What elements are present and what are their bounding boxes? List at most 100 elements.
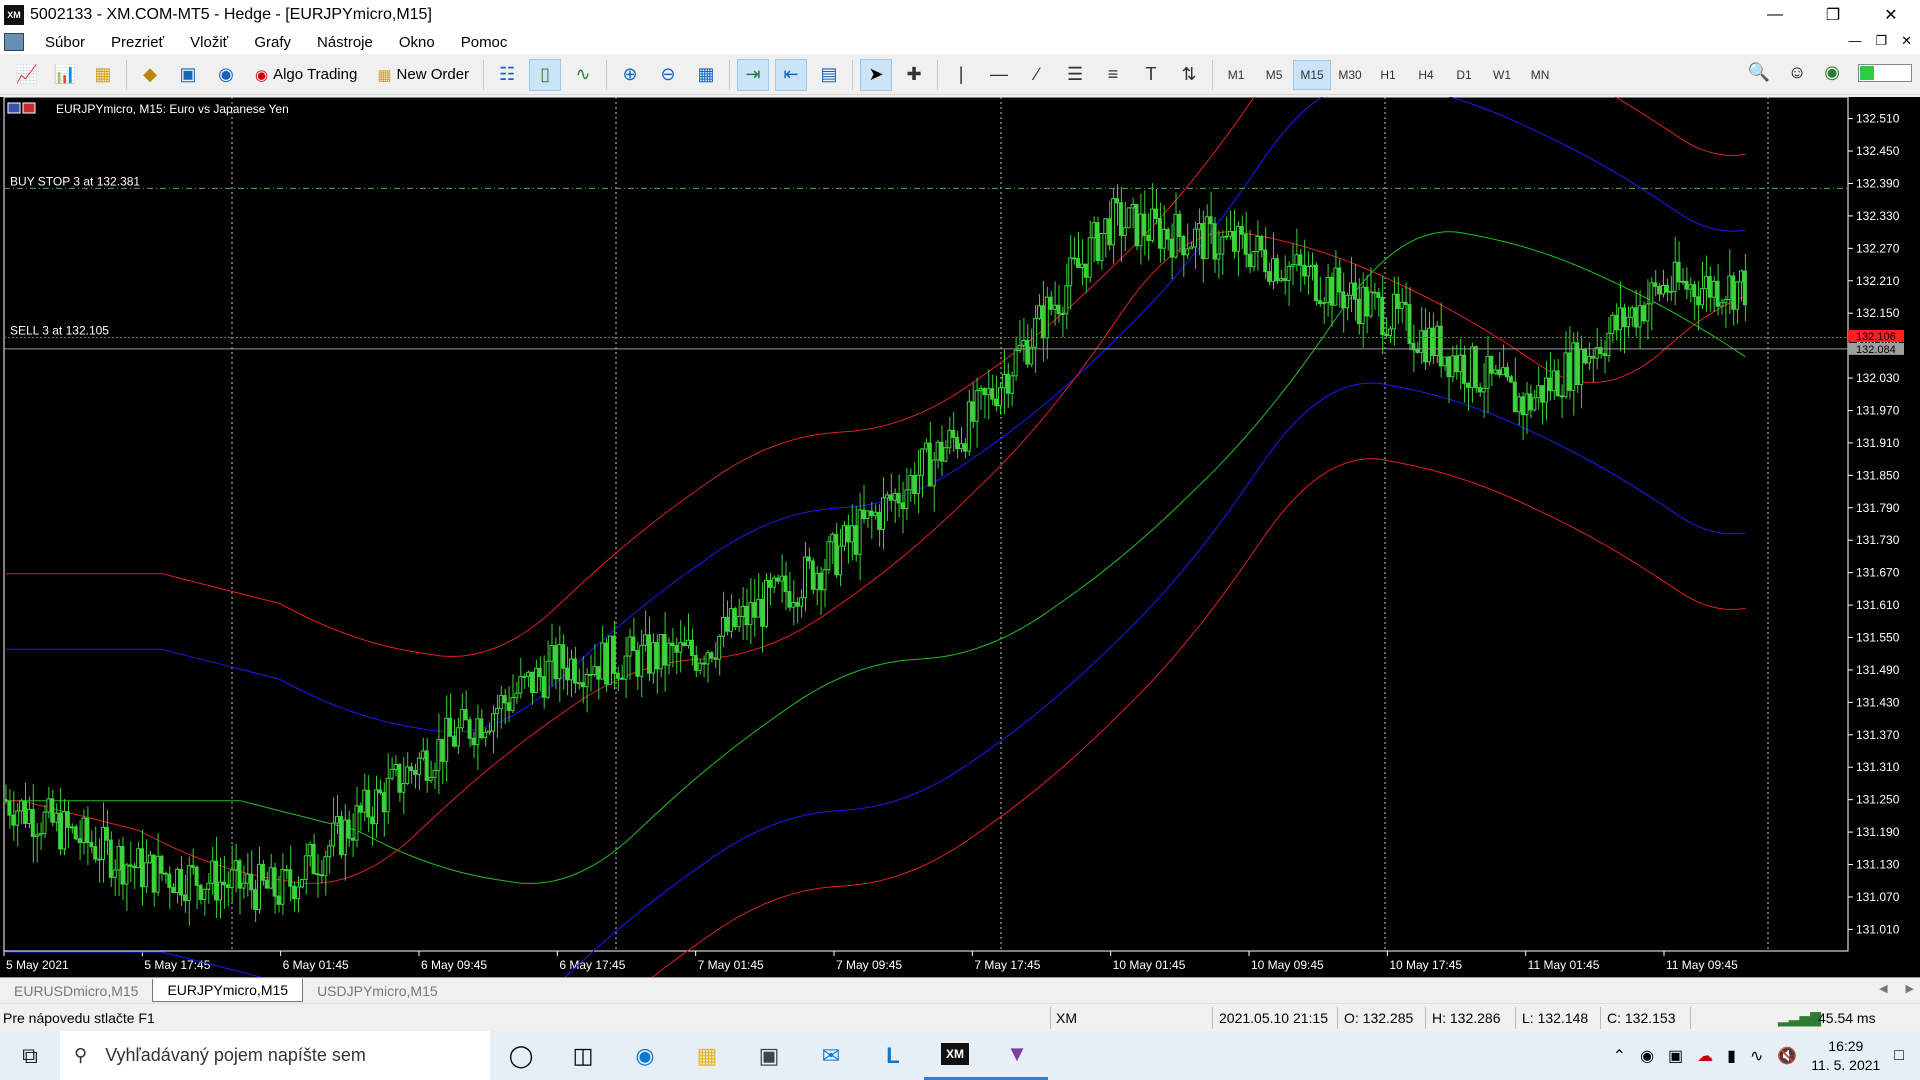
restore-button[interactable]: ❐: [1804, 0, 1862, 30]
vertical-line-icon[interactable]: |: [945, 59, 977, 91]
tab-eurjpy[interactable]: EURJPYmicro,M15: [152, 979, 304, 1002]
timeframe-m30[interactable]: M30: [1331, 60, 1369, 90]
timeframe-h4[interactable]: H4: [1407, 60, 1445, 90]
candle-body: [50, 798, 55, 823]
l-app-icon[interactable]: L: [862, 1031, 924, 1080]
candle-body: [705, 652, 710, 665]
battery-icon[interactable]: ▮: [1727, 1046, 1736, 1066]
candle-body: [498, 695, 503, 710]
signals-icon[interactable]: ◉: [210, 59, 242, 91]
close-button[interactable]: ✕: [1862, 0, 1920, 30]
cursor-icon[interactable]: ➤: [860, 58, 893, 91]
account-icon[interactable]: ☺: [1788, 62, 1806, 83]
price-chart[interactable]: 132.510 132.450 132.390 132.330 132.270 132.2…: [0, 97, 1920, 977]
candle-body: [159, 855, 164, 874]
tray-chevron-icon[interactable]: ⌃: [1613, 1046, 1626, 1066]
candle-body: [1337, 267, 1342, 293]
new-chart-icon[interactable]: 📈: [11, 59, 43, 91]
timeframe-m1[interactable]: M1: [1217, 60, 1255, 90]
line-chart-icon[interactable]: ∿: [567, 59, 599, 91]
navigator-icon[interactable]: ◆: [134, 59, 166, 91]
candle-body: [362, 789, 367, 813]
zoom-out-icon[interactable]: ⊖: [652, 59, 684, 91]
tab-usdjpy[interactable]: USDJPYmicro,M15: [303, 980, 452, 1002]
channel-icon[interactable]: ☰: [1059, 59, 1091, 91]
candle-body: [916, 474, 921, 495]
timeframe-h1[interactable]: H1: [1369, 60, 1407, 90]
tray-record-icon[interactable]: ◉: [1640, 1046, 1654, 1066]
bar-chart-icon[interactable]: ☷: [491, 59, 523, 91]
candle-body: [1220, 236, 1225, 255]
candlestick-chart-icon[interactable]: ▯: [529, 58, 562, 91]
candle-body: [1715, 280, 1720, 307]
chart-window-icon[interactable]: [4, 33, 24, 51]
minimize-button[interactable]: —: [1746, 0, 1804, 30]
crosshair-icon[interactable]: ✚: [898, 59, 930, 91]
indicators-icon[interactable]: ▤: [813, 59, 845, 91]
vps-icon[interactable]: ◉: [1824, 62, 1840, 83]
mail-icon[interactable]: ✉: [800, 1031, 862, 1080]
tray-camera-icon[interactable]: ▣: [1668, 1046, 1683, 1066]
candle-body: [167, 873, 172, 888]
windows-start-icon[interactable]: ⧉: [0, 1031, 60, 1080]
tab-right-arrow-icon[interactable]: ▶: [1906, 982, 1914, 995]
fibonacci-icon[interactable]: ≡: [1097, 59, 1129, 91]
chart-area[interactable]: 132.510 132.450 132.390 132.330 132.270 132.2…: [0, 97, 1920, 977]
volume-muted-icon[interactable]: 🔇: [1777, 1046, 1797, 1066]
timeframe-m5[interactable]: M5: [1255, 60, 1293, 90]
candle-body: [448, 717, 453, 737]
menu-insert[interactable]: Vložiť: [177, 34, 241, 51]
algo-trading-button[interactable]: ◉ Algo Trading: [248, 59, 364, 91]
horizontal-line-icon[interactable]: —: [983, 59, 1015, 91]
menu-charts[interactable]: Grafy: [241, 34, 304, 51]
wifi-icon[interactable]: ∿: [1750, 1046, 1763, 1066]
candle-body: [101, 826, 105, 860]
market-watch-icon[interactable]: ▦: [87, 59, 119, 91]
menu-help[interactable]: Pomoc: [448, 34, 521, 51]
candle-body: [1610, 314, 1615, 334]
text-icon[interactable]: T: [1135, 59, 1167, 91]
auto-scroll-icon[interactable]: ⇥: [737, 58, 770, 91]
candle-body: [420, 750, 425, 759]
mdi-restore-button[interactable]: ❐: [1875, 33, 1887, 49]
search-icon[interactable]: 🔍: [1747, 62, 1769, 83]
tray-cloud-icon[interactable]: ☁: [1697, 1046, 1713, 1066]
arrows-icon[interactable]: ⇅: [1173, 59, 1205, 91]
candle-body: [682, 642, 687, 647]
taskbar-clock[interactable]: 16:29 11. 5. 2021: [1811, 1037, 1880, 1075]
menu-tools[interactable]: Nástroje: [304, 34, 386, 51]
new-order-label: New Order: [396, 66, 470, 83]
zoom-in-icon[interactable]: ⊕: [614, 59, 646, 91]
store-icon[interactable]: ▣: [738, 1031, 800, 1080]
cortana-icon[interactable]: ◯: [490, 1031, 552, 1080]
menu-view[interactable]: Prezrieť: [98, 34, 177, 51]
edge-icon[interactable]: ◉: [614, 1031, 676, 1080]
mdi-minimize-button[interactable]: —: [1848, 33, 1861, 49]
profiles-icon[interactable]: 📊: [49, 59, 81, 91]
toolbox-icon[interactable]: ▣: [172, 59, 204, 91]
candle-body: [23, 800, 27, 824]
xm-taskbar-icon[interactable]: XM: [924, 1031, 986, 1080]
new-order-button[interactable]: ▦ New Order: [370, 59, 476, 91]
timeframe-w1[interactable]: W1: [1483, 60, 1521, 90]
menu-bar: Súbor Prezrieť Vložiť Grafy Nástroje Okn…: [0, 30, 1920, 54]
menu-window[interactable]: Okno: [386, 34, 448, 51]
file-explorer-icon[interactable]: ▦: [676, 1031, 738, 1080]
notifications-icon[interactable]: □: [1894, 1047, 1904, 1065]
menu-file[interactable]: Súbor: [32, 34, 98, 51]
timeframe-d1[interactable]: D1: [1445, 60, 1483, 90]
time-tick-label: 7 May 01:45: [698, 958, 764, 972]
tile-windows-icon[interactable]: ▦: [690, 59, 722, 91]
trendline-icon[interactable]: ∕: [1021, 59, 1053, 91]
tab-eurusd[interactable]: EURUSDmicro,M15: [0, 980, 152, 1002]
mdi-close-button[interactable]: ✕: [1901, 33, 1912, 49]
timeframe-mn[interactable]: MN: [1521, 60, 1559, 90]
tab-left-arrow-icon[interactable]: ◀: [1879, 982, 1887, 995]
task-view-icon[interactable]: ◫: [552, 1031, 614, 1080]
candle-body: [1341, 291, 1346, 309]
timeframe-m15[interactable]: M15: [1293, 59, 1332, 90]
taskbar-search[interactable]: ⚲ Vyhľadávaný pojem napíšte sem: [60, 1031, 490, 1080]
mt5-taskbar-icon[interactable]: ▼: [986, 1031, 1048, 1080]
candle-body: [674, 645, 679, 653]
chart-shift-icon[interactable]: ⇤: [775, 58, 808, 91]
